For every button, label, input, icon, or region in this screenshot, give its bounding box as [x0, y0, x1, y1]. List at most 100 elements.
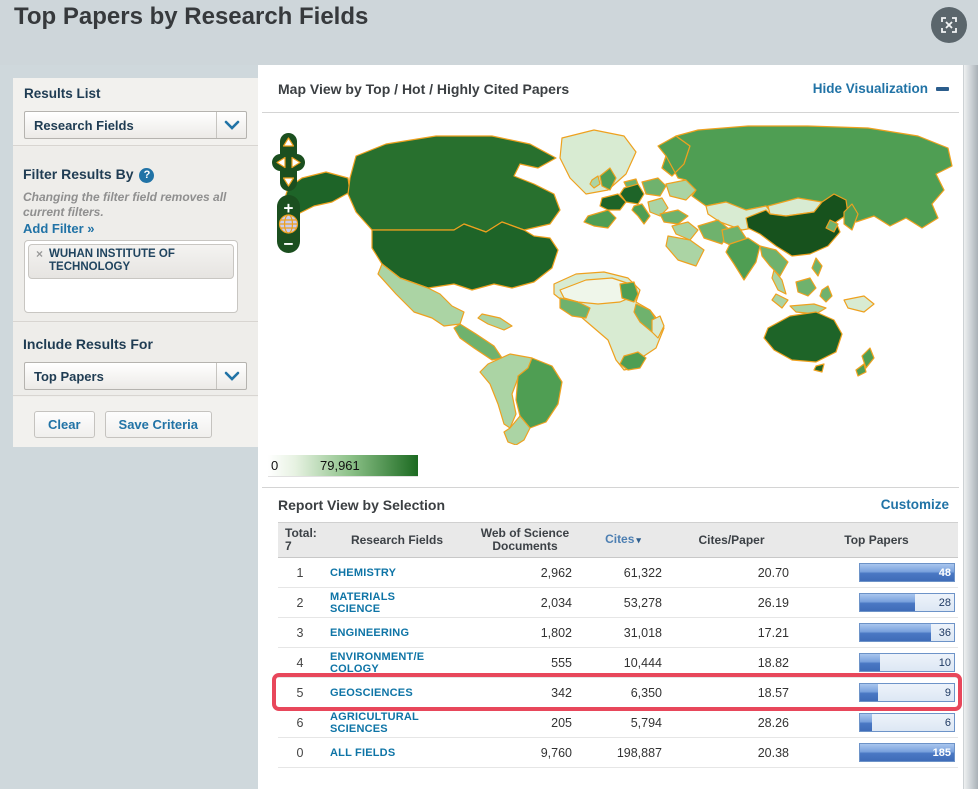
field-link[interactable]: MATERIALS SCIENCE	[330, 591, 426, 615]
table-row: 6 AGRICULTURAL SCIENCES 205 5,794 28.26 …	[278, 708, 958, 738]
top-papers-bar: 36	[859, 623, 955, 642]
esi-page: Top Papers by Research Fields Results Li…	[0, 0, 978, 789]
results-list-selected: Research Fields	[34, 117, 134, 133]
save-criteria-button[interactable]: Save Criteria	[104, 411, 213, 438]
rank-cell: 6	[296, 715, 304, 730]
docs-cell: 342	[551, 685, 572, 700]
cites-cell: 10,444	[623, 655, 662, 670]
divider	[262, 487, 959, 488]
zoom-in-icon: +	[284, 198, 294, 217]
include-results-selected: Top Papers	[34, 368, 104, 384]
include-results-dropdown[interactable]: Top Papers	[24, 362, 247, 390]
country-saudi-arabia	[665, 235, 705, 267]
country-indonesia	[789, 303, 827, 315]
country-australia	[763, 311, 843, 363]
column-header-cites[interactable]: Cites ▾	[578, 533, 668, 547]
chevron-down-icon	[216, 112, 246, 138]
region-tasmania	[813, 363, 825, 373]
include-results-section: Include Results For Top Papers	[13, 323, 258, 396]
add-filter-link[interactable]: Add Filter »	[23, 221, 95, 236]
table-row: 1 CHEMISTRY 2,962 61,322 20.70 48	[278, 558, 958, 588]
top-papers-bar: 10	[859, 653, 955, 672]
rank-cell: 1	[296, 565, 304, 580]
app-header: Top Papers by Research Fields	[0, 0, 978, 65]
actions-section: Clear Save Criteria	[13, 397, 258, 447]
country-italy	[631, 203, 651, 225]
map-zoom-control[interactable]: + −	[277, 195, 300, 253]
results-list-section: Results List Research Fields	[13, 78, 258, 146]
table-header-row: Total: 7 Research Fields Web of Science …	[278, 522, 958, 558]
filter-chip-label: WUHAN INSTITUTE OF TECHNOLOGY	[49, 248, 175, 273]
table-row: 4 ENVIRONMENT/ECOLOGY 555 10,444 18.82 1…	[278, 648, 958, 678]
sort-desc-icon: ▾	[636, 535, 641, 545]
report-view-title: Report View by Selection	[278, 497, 446, 513]
cites-per-paper-cell: 18.57	[757, 685, 789, 700]
field-link[interactable]: ENGINEERING	[330, 627, 426, 639]
table-row-highlighted: 5 GEOSCIENCES 342 6,350 18.57 9	[278, 678, 958, 708]
column-header-top-papers[interactable]: Top Papers	[795, 533, 958, 547]
cites-per-paper-cell: 28.26	[757, 715, 789, 730]
cites-per-paper-cell: 20.70	[757, 565, 789, 580]
results-list-label: Results List	[24, 86, 101, 101]
docs-cell: 555	[551, 655, 572, 670]
cites-cell: 198,887	[616, 745, 662, 760]
divider	[262, 112, 959, 113]
country-philippines	[811, 257, 823, 277]
top-papers-bar: 9	[859, 683, 955, 702]
docs-cell: 205	[551, 715, 572, 730]
filter-by-label: Filter Results By	[23, 166, 134, 182]
rank-cell: 3	[296, 625, 304, 640]
table-row: 0 ALL FIELDS 9,760 198,887 20.38 185	[278, 738, 958, 768]
cites-cell: 53,278	[623, 595, 662, 610]
vertical-scrollbar[interactable]	[963, 65, 978, 789]
cites-per-paper-cell: 17.21	[757, 625, 789, 640]
field-link[interactable]: AGRICULTURAL SCIENCES	[330, 711, 426, 735]
country-spain	[583, 209, 617, 229]
rank-cell: 0	[296, 745, 304, 760]
world-map[interactable]: + −	[268, 118, 960, 446]
remove-filter-icon[interactable]: ×	[36, 248, 43, 274]
hide-visualization-label: Hide Visualization	[812, 81, 928, 96]
top-papers-bar: 6	[859, 713, 955, 732]
total-count: Total: 7	[285, 526, 317, 553]
help-icon[interactable]: ?	[139, 168, 155, 183]
field-link[interactable]: GEOSCIENCES	[330, 687, 426, 699]
column-header-research-fields[interactable]: Research Fields	[322, 533, 472, 547]
page-title: Top Papers by Research Fields	[14, 3, 369, 30]
field-link[interactable]: CHEMISTRY	[330, 567, 426, 579]
cites-cell: 6,350	[630, 685, 662, 700]
column-header-cites-per-paper[interactable]: Cites/Paper	[668, 533, 795, 547]
results-table: Total: 7 Research Fields Web of Science …	[278, 522, 958, 768]
cites-cell: 61,322	[623, 565, 662, 580]
field-link[interactable]: ENVIRONMENT/ECOLOGY	[330, 651, 426, 675]
region-new-guinea	[843, 295, 875, 313]
cites-per-paper-cell: 20.38	[757, 745, 789, 760]
legend-max-value: 79,961	[320, 458, 360, 473]
rank-cell: 5	[296, 685, 304, 700]
cites-cell: 31,018	[623, 625, 662, 640]
results-list-dropdown[interactable]: Research Fields	[24, 111, 247, 139]
collapse-icon	[936, 86, 949, 91]
filter-chip[interactable]: × WUHAN INSTITUTE OF TECHNOLOGY	[28, 244, 234, 279]
hide-visualization-link[interactable]: Hide Visualization	[813, 81, 949, 96]
clear-button[interactable]: Clear	[34, 411, 95, 438]
cites-per-paper-cell: 26.19	[757, 595, 789, 610]
region-sumatra	[771, 293, 789, 309]
region-sulawesi	[819, 285, 833, 303]
field-link[interactable]: ALL FIELDS	[330, 747, 426, 759]
fullscreen-button[interactable]	[931, 7, 967, 43]
country-poland	[641, 177, 667, 197]
column-header-wos-documents[interactable]: Web of Science Documents	[472, 527, 578, 553]
chevron-down-icon	[216, 363, 246, 389]
docs-cell: 9,760	[540, 745, 572, 760]
cites-per-paper-cell: 18.82	[757, 655, 789, 670]
docs-cell: 1,802	[540, 625, 572, 640]
include-results-label: Include Results For	[23, 336, 153, 352]
table-row: 2 MATERIALS SCIENCE 2,034 53,278 26.19 2…	[278, 588, 958, 618]
filter-section: Filter Results By? Changing the filter f…	[13, 147, 258, 322]
filter-note: Changing the filter field removes all cu…	[23, 190, 227, 219]
sidebar: Results List Research Fields Filter Resu…	[13, 78, 258, 447]
country-canada	[347, 135, 561, 233]
legend-min-value: 0	[271, 458, 279, 473]
customize-link[interactable]: Customize	[881, 497, 949, 512]
